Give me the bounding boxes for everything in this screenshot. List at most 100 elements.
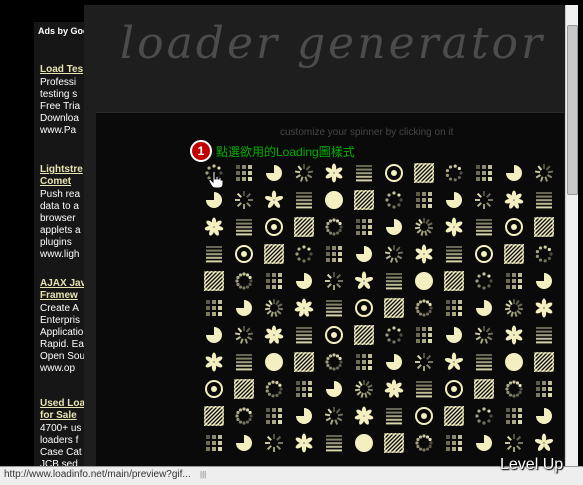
spinner-option[interactable]: [289, 375, 319, 402]
spinner-option[interactable]: [409, 321, 439, 348]
spinner-option[interactable]: [379, 267, 409, 294]
spinner-option[interactable]: [259, 159, 289, 186]
spinner-option[interactable]: [259, 321, 289, 348]
spinner-option[interactable]: [349, 186, 379, 213]
ad-item[interactable]: Load Tes Professi testing s Free Tria Do…: [40, 64, 86, 137]
spinner-option[interactable]: [529, 402, 559, 429]
spinner-option[interactable]: [529, 321, 559, 348]
ad-title[interactable]: Used Loa for Sale: [40, 398, 86, 422]
spinner-option[interactable]: [529, 240, 559, 267]
spinner-option[interactable]: [529, 213, 559, 240]
spinner-option[interactable]: [469, 294, 499, 321]
spinner-option[interactable]: [439, 159, 469, 186]
spinner-option[interactable]: [379, 294, 409, 321]
spinner-option[interactable]: [319, 348, 349, 375]
spinner-option[interactable]: [259, 402, 289, 429]
spinner-option[interactable]: [259, 348, 289, 375]
spinner-option[interactable]: [289, 213, 319, 240]
ad-item[interactable]: Lightstre Comet Push rea data to a brows…: [40, 164, 86, 261]
spinner-option[interactable]: [229, 213, 259, 240]
spinner-option[interactable]: [349, 240, 379, 267]
spinner-option[interactable]: [349, 402, 379, 429]
spinner-option[interactable]: [289, 348, 319, 375]
spinner-option[interactable]: [469, 159, 499, 186]
spinner-option[interactable]: [259, 267, 289, 294]
spinner-option[interactable]: [499, 159, 529, 186]
spinner-option[interactable]: [229, 240, 259, 267]
ad-title[interactable]: Load Tes: [40, 64, 86, 76]
spinner-option[interactable]: [379, 375, 409, 402]
spinner-option[interactable]: [529, 348, 559, 375]
spinner-option[interactable]: [499, 429, 529, 456]
spinner-option[interactable]: [439, 213, 469, 240]
spinner-option[interactable]: [499, 267, 529, 294]
spinner-option[interactable]: [289, 402, 319, 429]
spinner-option[interactable]: [319, 294, 349, 321]
spinner-option[interactable]: [259, 213, 289, 240]
spinner-option[interactable]: [289, 267, 319, 294]
spinner-option[interactable]: [199, 429, 229, 456]
spinner-option[interactable]: [529, 186, 559, 213]
spinner-option[interactable]: [229, 348, 259, 375]
spinner-option[interactable]: [469, 321, 499, 348]
spinner-option[interactable]: [529, 375, 559, 402]
spinner-option[interactable]: [409, 240, 439, 267]
spinner-option[interactable]: [229, 402, 259, 429]
spinner-option[interactable]: [319, 429, 349, 456]
spinner-option[interactable]: [469, 402, 499, 429]
spinner-option[interactable]: [199, 186, 229, 213]
spinner-option[interactable]: [349, 348, 379, 375]
spinner-option[interactable]: [319, 186, 349, 213]
spinner-option[interactable]: [319, 321, 349, 348]
ad-title[interactable]: Lightstre Comet: [40, 164, 86, 188]
spinner-option[interactable]: [469, 186, 499, 213]
spinner-option[interactable]: [349, 213, 379, 240]
ad-item[interactable]: Used Loa for Sale 4700+ us loaders f Cas…: [40, 398, 86, 471]
spinner-option[interactable]: [229, 186, 259, 213]
spinner-option[interactable]: [349, 294, 379, 321]
spinner-option[interactable]: [439, 375, 469, 402]
spinner-option[interactable]: [439, 429, 469, 456]
spinner-option[interactable]: [289, 429, 319, 456]
spinner-option[interactable]: [409, 186, 439, 213]
spinner-option[interactable]: [319, 213, 349, 240]
spinner-option[interactable]: [529, 429, 559, 456]
spinner-option[interactable]: [499, 348, 529, 375]
spinner-option[interactable]: [229, 159, 259, 186]
spinner-option[interactable]: [259, 240, 289, 267]
spinner-option[interactable]: [409, 402, 439, 429]
spinner-option[interactable]: [379, 186, 409, 213]
spinner-option[interactable]: [349, 267, 379, 294]
spinner-option[interactable]: [439, 348, 469, 375]
spinner-option[interactable]: [319, 159, 349, 186]
spinner-option[interactable]: [199, 240, 229, 267]
spinner-option[interactable]: [349, 321, 379, 348]
spinner-option[interactable]: [229, 321, 259, 348]
spinner-option[interactable]: [259, 375, 289, 402]
spinner-option[interactable]: [289, 159, 319, 186]
spinner-option[interactable]: [409, 213, 439, 240]
spinner-option[interactable]: [409, 294, 439, 321]
spinner-option[interactable]: [469, 267, 499, 294]
spinner-option[interactable]: [229, 429, 259, 456]
spinner-option[interactable]: [529, 294, 559, 321]
spinner-option[interactable]: [409, 348, 439, 375]
spinner-option[interactable]: [259, 294, 289, 321]
spinner-option[interactable]: [229, 267, 259, 294]
spinner-option[interactable]: [349, 375, 379, 402]
spinner-option[interactable]: [379, 159, 409, 186]
spinner-option[interactable]: [289, 240, 319, 267]
scroll-thumb[interactable]: [567, 25, 578, 195]
spinner-option[interactable]: [319, 267, 349, 294]
spinner-option[interactable]: [319, 240, 349, 267]
spinner-option[interactable]: [469, 213, 499, 240]
spinner-option[interactable]: [349, 429, 379, 456]
spinner-option[interactable]: [319, 375, 349, 402]
spinner-option[interactable]: [469, 240, 499, 267]
spinner-option[interactable]: [289, 321, 319, 348]
spinner-option[interactable]: [379, 213, 409, 240]
ad-title[interactable]: AJAX Jav Framew: [40, 278, 86, 302]
spinner-option[interactable]: [289, 294, 319, 321]
spinner-option[interactable]: [319, 402, 349, 429]
spinner-option[interactable]: [439, 267, 469, 294]
